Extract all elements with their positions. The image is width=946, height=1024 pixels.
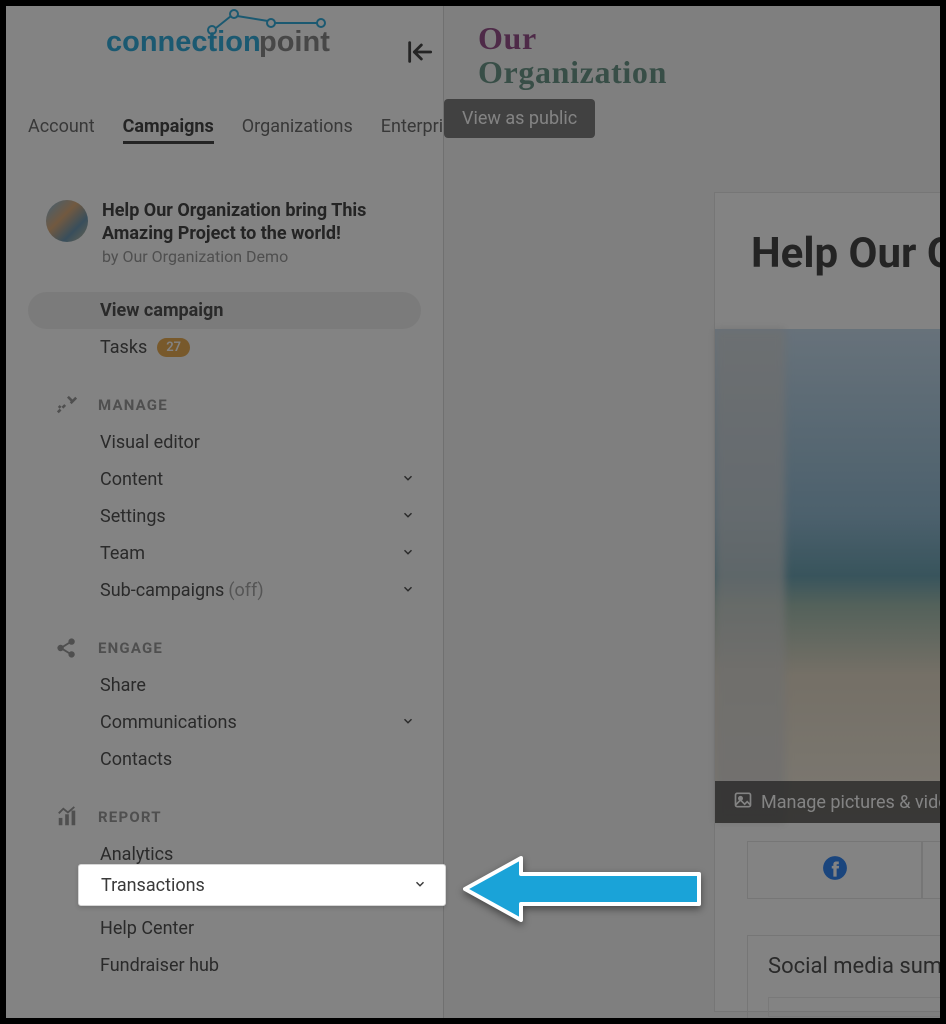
sidebar-item-help-center[interactable]: Help Center — [6, 910, 443, 947]
view-campaign-label: View campaign — [100, 300, 223, 321]
sidebar-item-content[interactable]: Content — [6, 461, 443, 498]
tutorial-arrow — [461, 854, 701, 924]
tasks-count-badge: 27 — [157, 338, 190, 357]
view-as-public-button[interactable]: View as public — [444, 99, 595, 138]
sidebar-item-settings[interactable]: Settings — [6, 498, 443, 535]
campaign-title: Help Our Organization bring This Amazing… — [102, 200, 415, 245]
analytics-icon — [56, 806, 78, 828]
share-other-button[interactable] — [922, 841, 940, 899]
hero-image-prev[interactable] — [715, 329, 785, 823]
sidebar-item-visual-editor[interactable]: Visual editor — [6, 424, 443, 461]
svg-text:connection: connection — [106, 26, 261, 58]
section-report: REPORT — [6, 778, 443, 836]
sidebar-item-team[interactable]: Team — [6, 535, 443, 572]
campaign-card-title: Help Our O — [715, 193, 940, 278]
share-facebook-button[interactable] — [747, 841, 922, 899]
social-summary-title: Social media summ — [768, 954, 940, 979]
image-icon — [733, 790, 753, 815]
engage-header-label: ENGAGE — [98, 639, 163, 657]
social-row — [747, 841, 940, 899]
collapse-sidebar-button[interactable] — [405, 38, 433, 66]
tools-icon — [56, 394, 78, 416]
sidebar-item-share[interactable]: Share — [6, 667, 443, 704]
manage-pics-label: Manage pictures & video — [761, 792, 940, 813]
sidebar-item-tasks[interactable]: Tasks 27 — [6, 329, 443, 366]
sidebar-item-fundraiser-hub[interactable]: Fundraiser hub — [6, 947, 443, 984]
campaign-block[interactable]: Help Our Organization bring This Amazing… — [6, 156, 443, 274]
connectionpoint-logo: connection point — [106, 8, 346, 66]
manage-pictures-button[interactable]: Manage pictures & video — [715, 781, 940, 823]
tab-account[interactable]: Account — [28, 116, 95, 144]
chevron-down-icon — [401, 712, 415, 733]
chevron-down-icon — [401, 580, 415, 601]
org-logo: Our Organization — [444, 6, 940, 89]
sidebar-item-sub-campaigns[interactable]: Sub-campaigns(off) — [6, 572, 443, 609]
nav-tabs: Account Campaigns Organizations Enterpri… — [6, 66, 443, 156]
sidebar-item-communications[interactable]: Communications — [6, 704, 443, 741]
share-icon — [56, 637, 78, 659]
campaign-card: Help Our O Manage pictures & video Socia… — [714, 192, 940, 1012]
chevron-down-icon — [401, 469, 415, 490]
section-manage: MANAGE — [6, 366, 443, 424]
campaign-by: by Our Organization Demo — [102, 247, 415, 266]
manage-header-label: MANAGE — [98, 396, 168, 414]
tab-organizations[interactable]: Organizations — [242, 116, 353, 144]
chevron-down-icon — [401, 543, 415, 564]
chevron-down-icon — [401, 506, 415, 527]
social-media-summary-card: Social media summ — [747, 935, 940, 1018]
report-header-label: REPORT — [98, 808, 162, 826]
section-engage: ENGAGE — [6, 609, 443, 667]
svg-text:point: point — [259, 26, 330, 58]
sidebar-item-view-campaign[interactable]: View campaign — [28, 292, 421, 329]
social-summary-body — [768, 997, 940, 1017]
sidebar-item-contacts[interactable]: Contacts — [6, 741, 443, 778]
tab-campaigns[interactable]: Campaigns — [123, 116, 214, 144]
facebook-icon — [822, 855, 848, 885]
tasks-label: Tasks — [100, 337, 147, 358]
chevron-down-icon — [413, 875, 427, 896]
sidebar-item-transactions[interactable]: Transactions — [78, 864, 446, 906]
campaign-avatar — [46, 200, 88, 242]
transactions-label: Transactions — [101, 875, 205, 896]
